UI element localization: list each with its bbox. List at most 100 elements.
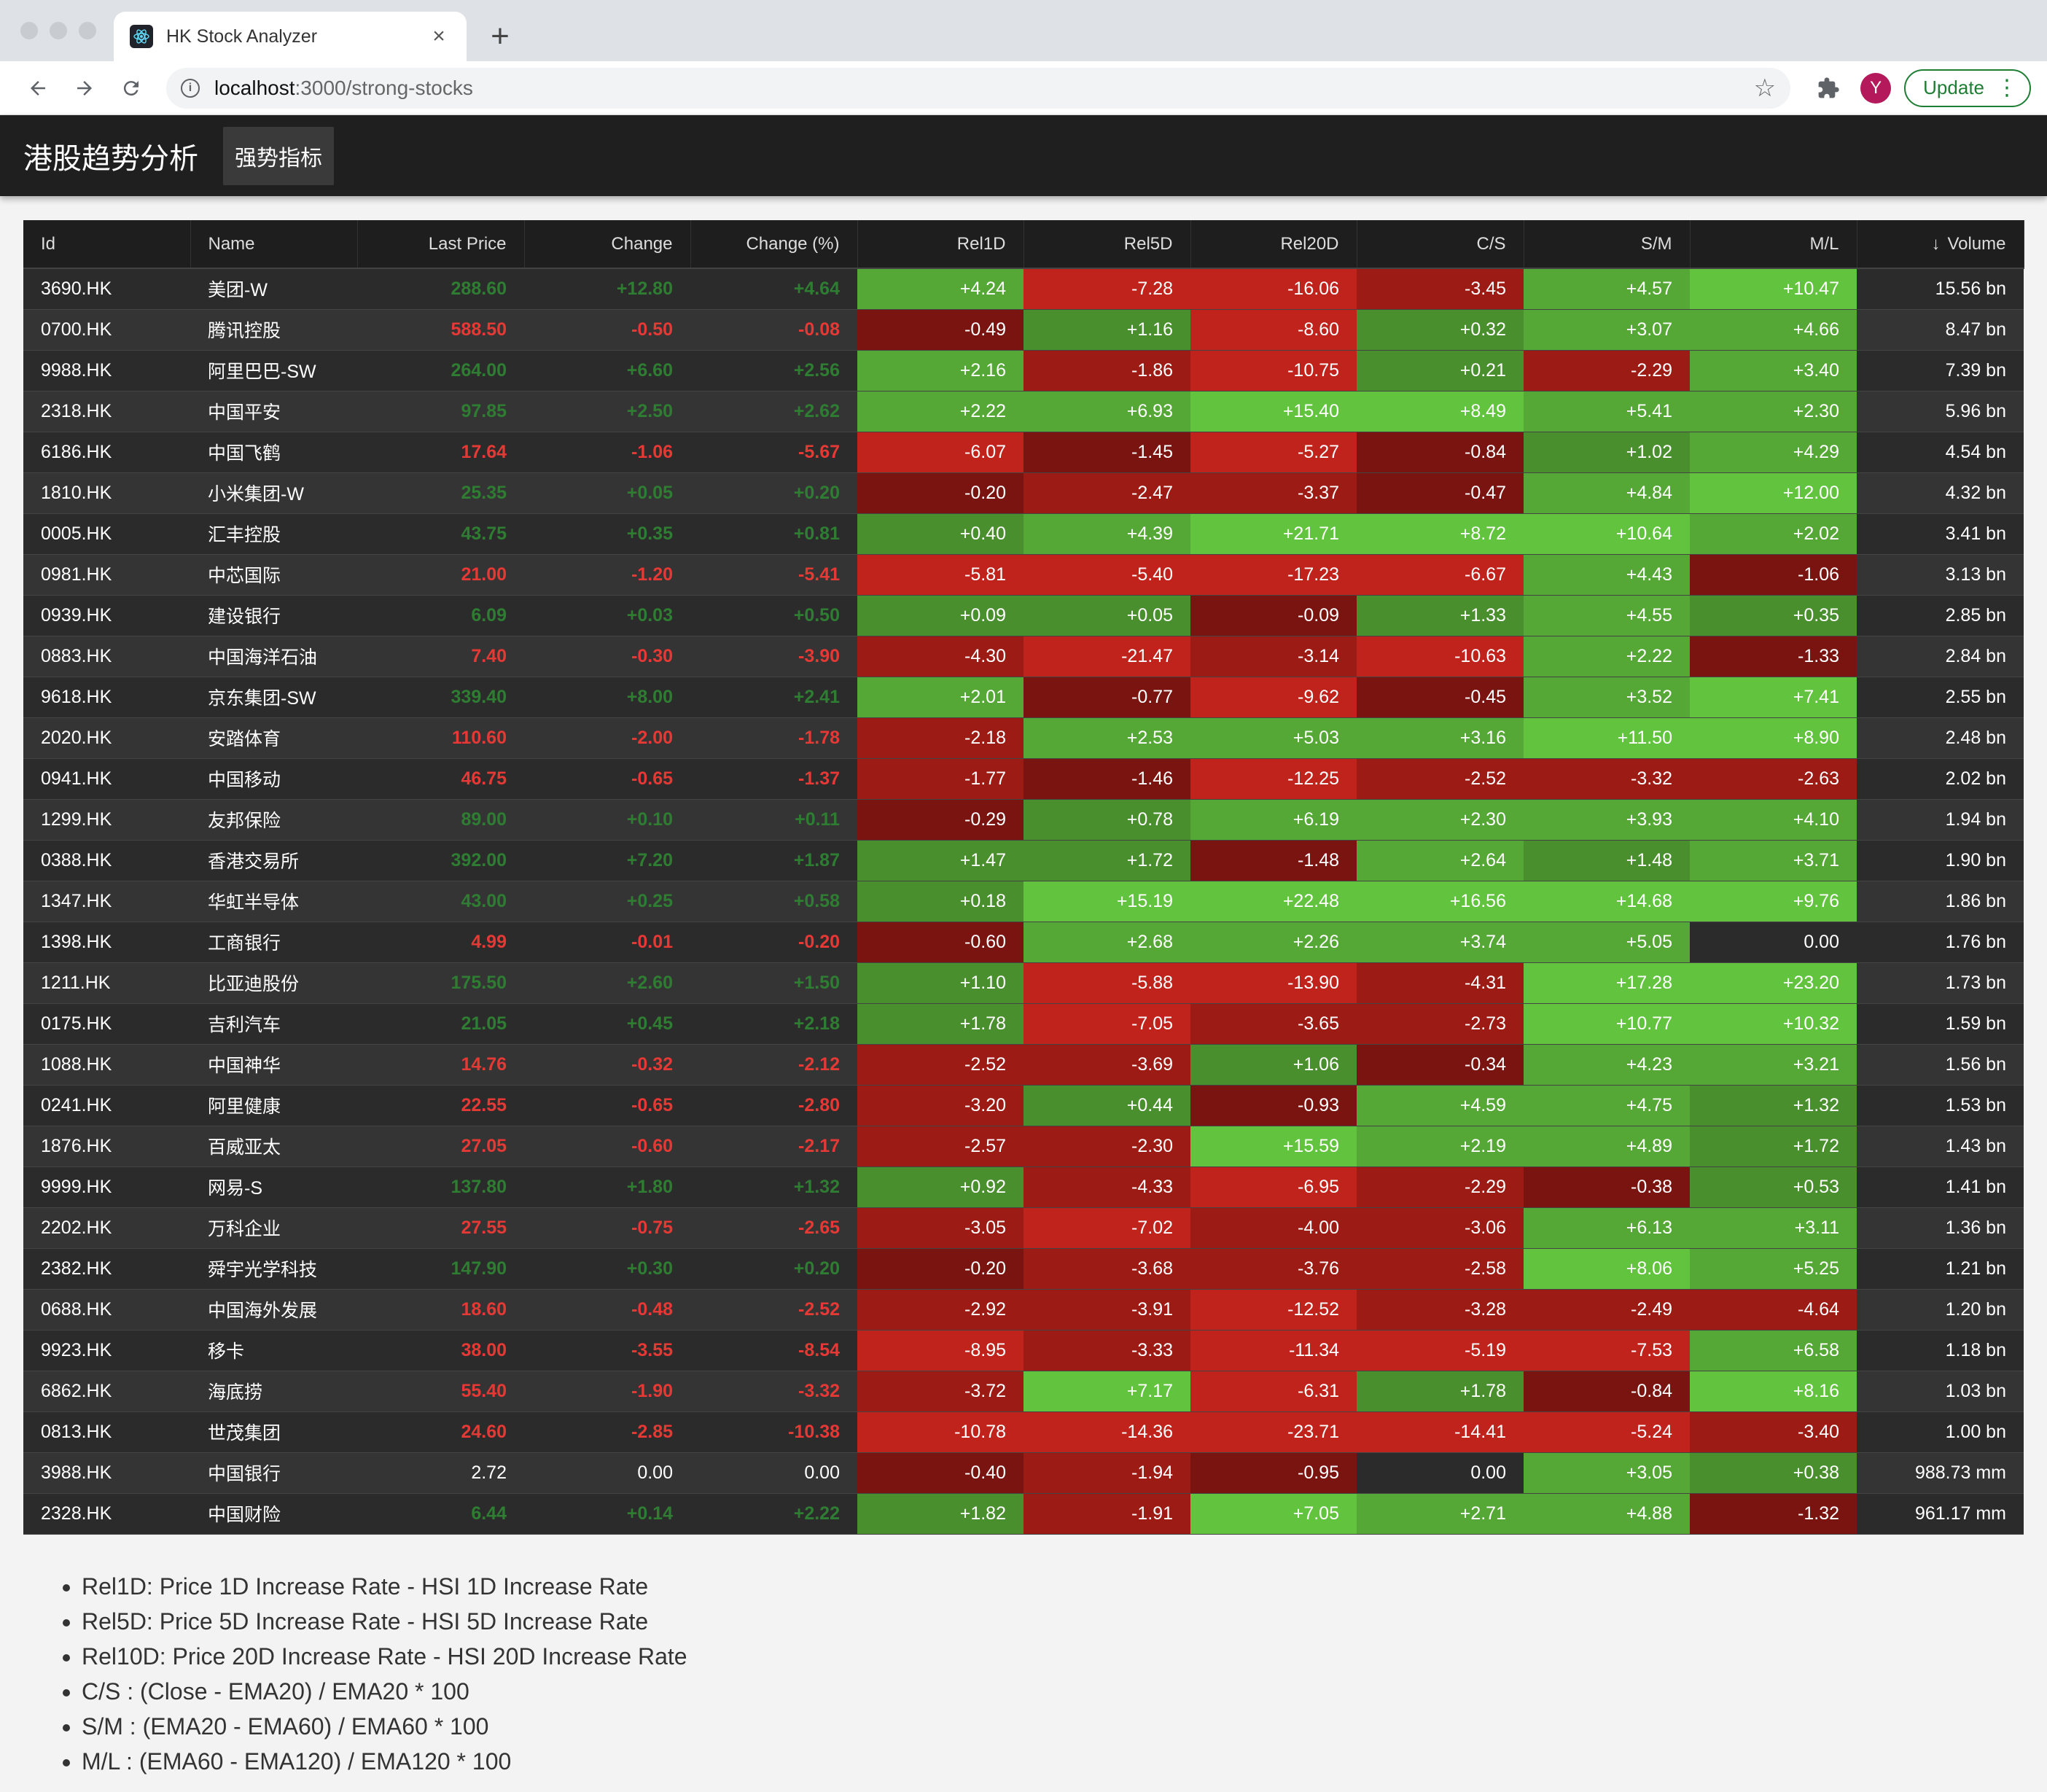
nav-strong-indicators-button[interactable]: 强势指标: [223, 126, 334, 185]
table-row[interactable]: 3988.HK 中国银行 2.72 0.00 0.00 -0.40 -1.94 -0.95 0.…: [23, 1452, 2024, 1494]
cell-id: 1810.HK: [23, 472, 190, 514]
cell-volume: 1.76 bn: [1857, 922, 2024, 963]
minimize-window-button[interactable]: [50, 22, 67, 39]
cell-id: 1876.HK: [23, 1126, 190, 1167]
table-row[interactable]: 0175.HK 吉利汽车 21.05 +0.45 +2.18 +1.78 -7.05 -3.6…: [23, 1003, 2024, 1045]
cell-rel20d: +21.71: [1190, 513, 1357, 555]
table-row[interactable]: 1088.HK 中国神华 14.76 -0.32 -2.12 -2.52 -3.69 +1.0…: [23, 1044, 2024, 1086]
cell-rel20d: +7.05: [1190, 1493, 1357, 1535]
profile-avatar[interactable]: Y: [1860, 72, 1892, 104]
column-header-change[interactable]: Change (%): [690, 220, 858, 269]
table-row[interactable]: 6186.HK 中国飞鹤 17.64 -1.06 -5.67 -6.07 -1.45 -5.2…: [23, 432, 2024, 473]
column-header-id[interactable]: Id: [23, 220, 191, 269]
cell-c-s: -6.67: [1357, 554, 1524, 596]
table-row[interactable]: 2382.HK 舜宇光学科技 147.90 +0.30 +0.20 -0.20 -3.68-…: [23, 1248, 2024, 1290]
cell-m-l: -4.64: [1690, 1289, 1857, 1331]
cell-m-l: +23.20: [1690, 962, 1857, 1004]
table-row[interactable]: 0005.HK 汇丰控股 43.75 +0.35 +0.81 +0.40 +4.39 +21.…: [23, 513, 2024, 555]
cell-change: +2.18: [690, 1003, 857, 1045]
extensions-puzzle-icon[interactable]: [1809, 69, 1847, 107]
address-bar[interactable]: i localhost:3000/strong-stocks ☆: [166, 67, 1791, 109]
cell-id: 1299.HK: [23, 799, 190, 841]
cell-s-m: -0.38: [1524, 1166, 1690, 1208]
table-row[interactable]: 1810.HK 小米集团-W 25.35 +0.05 +0.20 -0.20 -2.47 -3…: [23, 472, 2024, 514]
cell-name: 中国海洋石油: [190, 636, 357, 677]
table-row[interactable]: 1347.HK 华虹半导体 43.00 +0.25 +0.58 +0.18 +15.19 +2…: [23, 881, 2024, 922]
column-header-rel20d[interactable]: Rel20D: [1190, 220, 1357, 269]
table-row[interactable]: 0981.HK 中芯国际 21.00 -1.20 -5.41 -5.81 -5.40 -17.…: [23, 554, 2024, 596]
table-row[interactable]: 0388.HK 香港交易所 392.00 +7.20 +1.87 +1.47 +1.72 -1…: [23, 840, 2024, 881]
table-row[interactable]: 1398.HK 工商银行 4.99 -0.01 -0.20 -0.60 +2.68 +2.26…: [23, 922, 2024, 963]
table-row[interactable]: 1211.HK 比亚迪股份 175.50 +2.60 +1.50 +1.10 -5.88 -1…: [23, 962, 2024, 1004]
cell-rel20d: -10.75: [1190, 350, 1357, 391]
cell-s-m: -5.24: [1524, 1411, 1690, 1453]
cell-last-price: 392.00: [357, 840, 524, 881]
cell-volume: 1.94 bn: [1857, 799, 2024, 841]
table-row[interactable]: 0883.HK 中国海洋石油 7.40 -0.30 -3.90 -4.30 -21.47 -3…: [23, 636, 2024, 677]
table-row[interactable]: 9988.HK 阿里巴巴-SW 264.00 +6.60 +2.56 +2.16 -1.86…: [23, 350, 2024, 391]
tab-title: HK Stock Analyzer: [166, 26, 318, 47]
column-header-volume[interactable]: ↓ Volume: [1857, 220, 2024, 269]
table-row[interactable]: 0688.HK 中国海外发展 18.60 -0.48 -2.52 -2.92 -3.91 -1…: [23, 1289, 2024, 1331]
forward-icon[interactable]: [63, 66, 106, 110]
browser-tab[interactable]: HK Stock Analyzer ×: [114, 12, 467, 61]
cell-s-m: +4.57: [1524, 268, 1690, 310]
cell-volume: 1.59 bn: [1857, 1003, 2024, 1045]
column-header-m-l[interactable]: M/L: [1690, 220, 1857, 269]
more-menu-icon[interactable]: ⋮: [1996, 77, 2018, 98]
cell-volume: 1.03 bn: [1857, 1371, 2024, 1412]
cell-id: 0813.HK: [23, 1411, 190, 1453]
cell-s-m: +3.05: [1524, 1452, 1690, 1494]
table-row[interactable]: 0939.HK 建设银行 6.09 +0.03 +0.50 +0.09 +0.05 -0.09…: [23, 595, 2024, 636]
column-header-last-price[interactable]: Last Price: [357, 220, 525, 269]
table-row[interactable]: 1876.HK 百威亚太 27.05 -0.60 -2.17 -2.57 -2.30 +15.…: [23, 1126, 2024, 1167]
cell-m-l: +8.90: [1690, 717, 1857, 759]
column-header-s-m[interactable]: S/M: [1524, 220, 1691, 269]
table-row[interactable]: 1299.HK 友邦保险 89.00 +0.10 +0.11 -0.29 +0.78 +6.1…: [23, 799, 2024, 841]
close-tab-icon[interactable]: ×: [427, 25, 451, 48]
cell-c-s: -3.28: [1357, 1289, 1524, 1331]
cell-change: +0.30: [524, 1248, 690, 1290]
cell-change: -3.90: [690, 636, 857, 677]
cell-rel20d: -12.25: [1190, 758, 1357, 800]
table-row[interactable]: 9923.HK 移卡 38.00 -3.55 -8.54 -8.95 -3.33 -11.34…: [23, 1330, 2024, 1371]
table-row[interactable]: 2318.HK 中国平安 97.85 +2.50 +2.62 +2.22 +6.93 +15.…: [23, 391, 2024, 432]
column-header-rel5d[interactable]: Rel5D: [1024, 220, 1191, 269]
cell-s-m: +4.55: [1524, 595, 1690, 636]
cell-last-price: 22.55: [357, 1085, 524, 1126]
cell-volume: 2.55 bn: [1857, 677, 2024, 718]
table-row[interactable]: 2020.HK 安踏体育 110.60 -2.00 -1.78 -2.18 +2.53 +5.…: [23, 717, 2024, 759]
back-icon[interactable]: [16, 66, 60, 110]
react-icon: [130, 25, 153, 48]
column-header-c-s[interactable]: C/S: [1357, 220, 1524, 269]
table-row[interactable]: 3690.HK 美团-W 288.60 +12.80 +4.64 +4.24 -7.28 -1…: [23, 268, 2024, 310]
cell-id: 9988.HK: [23, 350, 190, 391]
column-header-rel1d[interactable]: Rel1D: [857, 220, 1024, 269]
new-tab-icon[interactable]: +: [481, 17, 519, 55]
cell-rel1d: -0.20: [857, 472, 1024, 514]
maximize-window-button[interactable]: [79, 22, 96, 39]
cell-change: -0.08: [690, 309, 857, 351]
close-window-button[interactable]: [20, 22, 38, 39]
table-row[interactable]: 2202.HK 万科企业 27.55 -0.75 -2.65 -3.05 -7.02 -4.0…: [23, 1207, 2024, 1249]
bookmark-star-icon[interactable]: ☆: [1754, 74, 1776, 103]
update-button[interactable]: Update ⋮: [1904, 69, 2031, 107]
cell-s-m: -2.49: [1524, 1289, 1690, 1331]
cell-last-price: 27.05: [357, 1126, 524, 1167]
info-icon[interactable]: i: [181, 78, 200, 98]
cell-rel20d: +15.59: [1190, 1126, 1357, 1167]
cell-m-l: +3.11: [1690, 1207, 1857, 1249]
table-row[interactable]: 6862.HK 海底捞 55.40 -1.90 -3.32 -3.72 +7.17 -6.31…: [23, 1371, 2024, 1412]
table-row[interactable]: 0813.HK 世茂集团 24.60 -2.85 -10.38 -10.78 -14.36-…: [23, 1411, 2024, 1453]
table-row[interactable]: 0700.HK 腾讯控股 588.50 -0.50 -0.08 -0.49 +1.16 -8.…: [23, 309, 2024, 351]
table-row[interactable]: 0241.HK 阿里健康 22.55 -0.65 -2.80 -3.20 +0.44 -0.9…: [23, 1085, 2024, 1126]
column-header-name[interactable]: Name: [190, 220, 358, 269]
table-row[interactable]: 2328.HK 中国财险 6.44 +0.14 +2.22 +1.82 -1.91 +7.05…: [23, 1493, 2024, 1535]
column-header-change[interactable]: Change: [524, 220, 691, 269]
table-row[interactable]: 9618.HK 京东集团-SW 339.40 +8.00 +2.41 +2.01 -0.77…: [23, 677, 2024, 718]
reload-icon[interactable]: [109, 66, 153, 110]
table-row[interactable]: 9999.HK 网易-S 137.80 +1.80 +1.32 +0.92 -4.33 -6.…: [23, 1166, 2024, 1208]
table-row[interactable]: 0941.HK 中国移动 46.75 -0.65 -1.37 -1.77 -1.46 -12.…: [23, 758, 2024, 800]
cell-m-l: +7.41: [1690, 677, 1857, 718]
cell-c-s: -2.52: [1357, 758, 1524, 800]
